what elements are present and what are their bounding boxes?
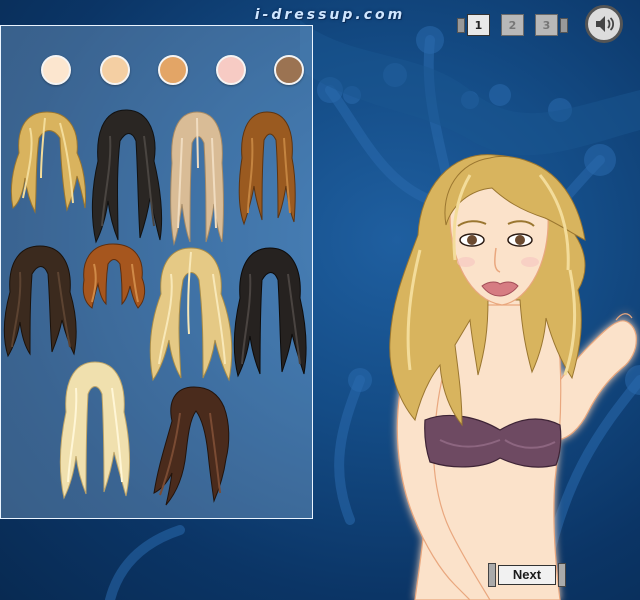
sound-toggle-button[interactable] [585, 5, 623, 43]
next-button-frame: Next [488, 563, 566, 587]
page-selector: 1 2 3 [457, 12, 569, 36]
page-selector-left-cap [457, 18, 465, 33]
page-button-1[interactable]: 1 [467, 14, 490, 36]
page-selector-right-cap [560, 18, 568, 33]
dressup-model [389, 154, 637, 600]
speaker-icon [596, 16, 615, 32]
page-button-3[interactable]: 3 [535, 14, 558, 36]
next-right-cap [558, 563, 566, 587]
next-left-cap [488, 563, 496, 587]
next-button[interactable]: Next [498, 565, 556, 585]
page-button-2[interactable]: 2 [501, 14, 524, 36]
